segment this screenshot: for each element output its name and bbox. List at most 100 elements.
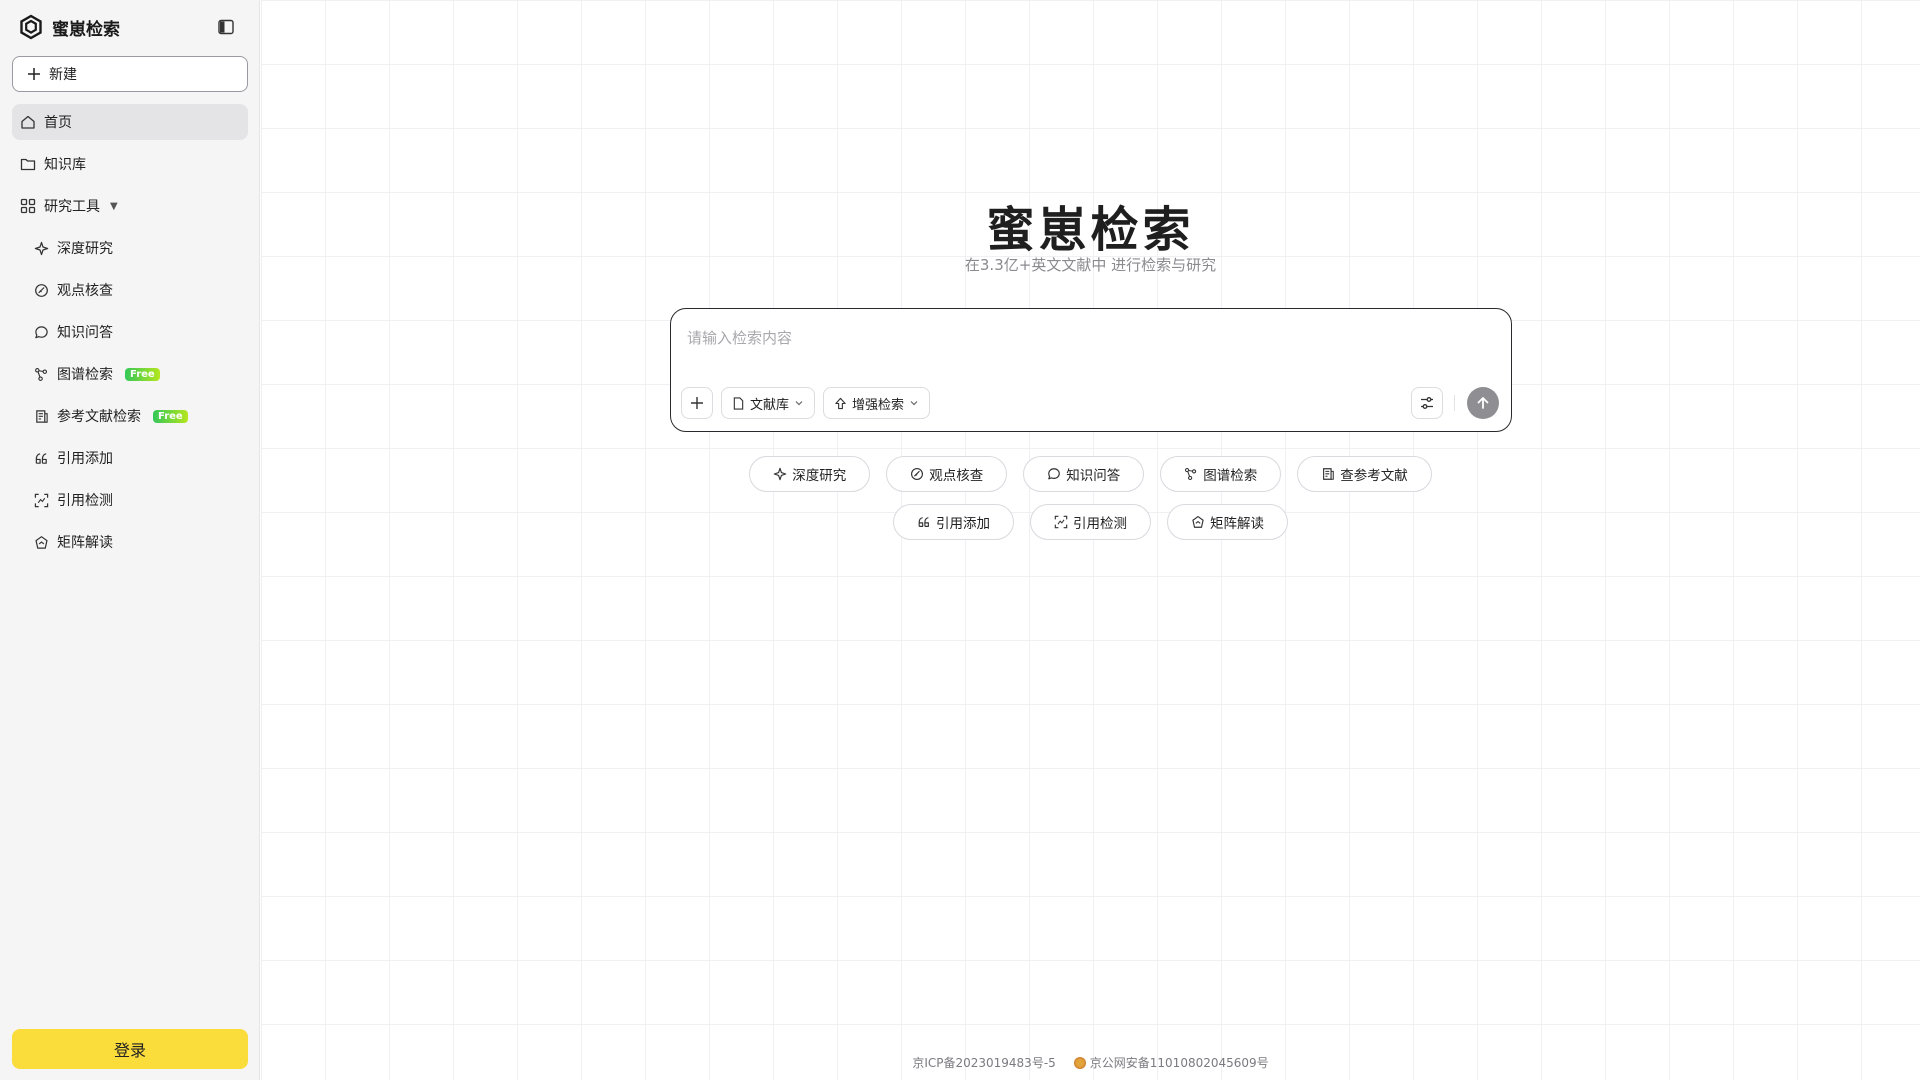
matrix-icon xyxy=(1191,515,1205,529)
sidebar-item-label: 首页 xyxy=(44,115,72,131)
chat-icon xyxy=(34,325,49,340)
sidebar-tool-label: 知识问答 xyxy=(57,325,113,341)
sidebar-tool-label: 图谱检索 xyxy=(57,367,113,383)
sidebar-tool-label: 观点核查 xyxy=(57,283,113,299)
chip-qa[interactable]: 知识问答 xyxy=(1023,456,1145,492)
sidebar-tool-label: 引用添加 xyxy=(57,451,113,467)
matrix-icon xyxy=(34,535,49,550)
chat-icon xyxy=(1047,467,1061,481)
icp-link[interactable]: 京ICP备2023019483号-5 xyxy=(912,1054,1055,1071)
chip-citation-check[interactable]: 引用检测 xyxy=(1030,504,1151,540)
chip-label: 引用检测 xyxy=(1073,516,1127,532)
search-toolbar: 文献库 增强检索 xyxy=(681,387,931,419)
arrow-up-icon xyxy=(1475,395,1491,411)
sidebar-item-label: 研究工具 xyxy=(44,199,100,215)
sidebar-tool-label: 矩阵解读 xyxy=(57,535,113,551)
quote-icon xyxy=(34,451,49,466)
home-icon xyxy=(20,114,36,130)
chip-deep-research[interactable]: 深度研究 xyxy=(749,456,871,492)
quote-icon xyxy=(917,515,931,529)
free-badge: Free xyxy=(153,409,188,423)
chip-label: 知识问答 xyxy=(1066,468,1121,484)
free-badge: Free xyxy=(125,367,160,381)
sidebar-nav: 首页 知识库 研究工具 ▼ 深度研究 观点核查 知识问答 图谱检索 Free 参… xyxy=(12,104,248,566)
check-link-icon xyxy=(34,283,49,298)
sidebar-item-knowledge-base[interactable]: 知识库 xyxy=(12,146,248,182)
logo-icon xyxy=(18,14,44,40)
attach-button[interactable] xyxy=(681,387,713,419)
sidebar-toggle-icon xyxy=(218,19,234,35)
search-box: 文献库 增强检索 xyxy=(670,308,1512,432)
library-select[interactable]: 文献库 xyxy=(721,387,816,419)
sidebar-tool-add-citation[interactable]: 引用添加 xyxy=(12,440,248,476)
enhance-label: 增强检索 xyxy=(852,397,905,413)
quick-actions-row-2: 引用添加 引用检测 矩阵解读 xyxy=(261,504,1920,540)
chip-matrix-reading[interactable]: 矩阵解读 xyxy=(1167,504,1288,540)
chip-fact-check[interactable]: 观点核查 xyxy=(886,456,1008,492)
sidebar-tool-label: 深度研究 xyxy=(57,241,113,257)
sidebar-tool-reference-search[interactable]: 参考文献检索 Free xyxy=(12,398,248,434)
sidebar-tool-label: 引用检测 xyxy=(57,493,113,509)
scan-icon xyxy=(34,493,49,508)
footer: 京ICP备2023019483号-5 京公网安备11010802045609号 xyxy=(261,1054,1920,1071)
sidebar-item-home[interactable]: 首页 xyxy=(12,104,248,140)
chip-add-citation[interactable]: 引用添加 xyxy=(893,504,1014,540)
police-text: 京公网安备11010802045609号 xyxy=(1089,1056,1269,1070)
chevron-down-icon xyxy=(909,398,919,408)
chevron-down-icon xyxy=(794,398,804,408)
chip-reference-search[interactable]: 查参考文献 xyxy=(1297,456,1432,492)
hero-title: 蜜崽检索 xyxy=(986,202,1195,258)
graph-icon xyxy=(1184,467,1198,481)
sidebar-tool-qa[interactable]: 知识问答 xyxy=(12,314,248,350)
new-label: 新建 xyxy=(49,67,77,83)
main-area: 蜜崽检索 在3.3亿+英文文献中 进行检索与研究 文献库 xyxy=(261,0,1920,1080)
plus-icon xyxy=(690,396,704,410)
scan-icon xyxy=(1054,515,1068,529)
toolbar-divider xyxy=(1454,395,1455,411)
sparkle-icon xyxy=(34,241,49,256)
search-input[interactable] xyxy=(687,323,1497,353)
send-button[interactable] xyxy=(1467,387,1499,419)
chip-label: 图谱检索 xyxy=(1203,468,1258,484)
search-settings-button[interactable] xyxy=(1411,387,1443,419)
police-record-link[interactable]: 京公网安备11010802045609号 xyxy=(1073,1054,1269,1071)
new-button[interactable]: 新建 xyxy=(12,56,248,92)
brand-name: 蜜崽检索 xyxy=(52,19,120,40)
login-button[interactable]: 登录 xyxy=(12,1029,248,1069)
reference-icon xyxy=(1321,467,1335,481)
chip-label: 引用添加 xyxy=(936,516,990,532)
chip-label: 观点核查 xyxy=(929,468,984,484)
boost-icon xyxy=(834,397,847,410)
sidebar-item-research-tools[interactable]: 研究工具 ▼ xyxy=(12,188,248,224)
brand[interactable]: 蜜崽检索 xyxy=(18,13,120,41)
sparkle-icon xyxy=(773,467,787,481)
icp-text: 京ICP备2023019483号-5 xyxy=(912,1056,1056,1070)
enhance-search-select[interactable]: 增强检索 xyxy=(823,387,931,419)
plus-icon xyxy=(27,67,41,81)
chip-label: 矩阵解读 xyxy=(1210,516,1264,532)
police-badge-icon xyxy=(1073,1056,1086,1069)
sidebar-tool-graph-search[interactable]: 图谱检索 Free xyxy=(12,356,248,392)
sliders-icon xyxy=(1419,395,1435,411)
sidebar-tool-deep-research[interactable]: 深度研究 xyxy=(12,230,248,266)
chip-label: 深度研究 xyxy=(792,468,847,484)
check-link-icon xyxy=(910,467,924,481)
reference-icon xyxy=(34,409,49,424)
sidebar-tool-fact-check[interactable]: 观点核查 xyxy=(12,272,248,308)
grid-icon xyxy=(20,198,36,214)
document-icon xyxy=(732,396,745,410)
chip-graph-search[interactable]: 图谱检索 xyxy=(1160,456,1282,492)
collapse-sidebar-button[interactable] xyxy=(216,17,236,37)
sidebar-tool-matrix-reading[interactable]: 矩阵解读 xyxy=(12,524,248,560)
library-label: 文献库 xyxy=(750,397,790,413)
sidebar: 蜜崽检索 新建 首页 知识库 研究工具 ▼ 深度研究 观点核查 知识问答 图谱检… xyxy=(0,0,260,1080)
sidebar-item-label: 知识库 xyxy=(44,157,86,173)
caret-down-icon: ▼ xyxy=(110,200,118,212)
quick-actions-row-1: 深度研究 观点核查 知识问答 图谱检索 查参考文献 xyxy=(261,456,1920,492)
sidebar-tool-citation-check[interactable]: 引用检测 xyxy=(12,482,248,518)
chip-label: 查参考文献 xyxy=(1340,468,1408,484)
hero-subtitle: 在3.3亿+英文文献中 进行检索与研究 xyxy=(964,256,1217,274)
graph-icon xyxy=(34,367,49,382)
sidebar-tool-label: 参考文献检索 xyxy=(57,409,141,425)
folder-icon xyxy=(20,156,36,172)
